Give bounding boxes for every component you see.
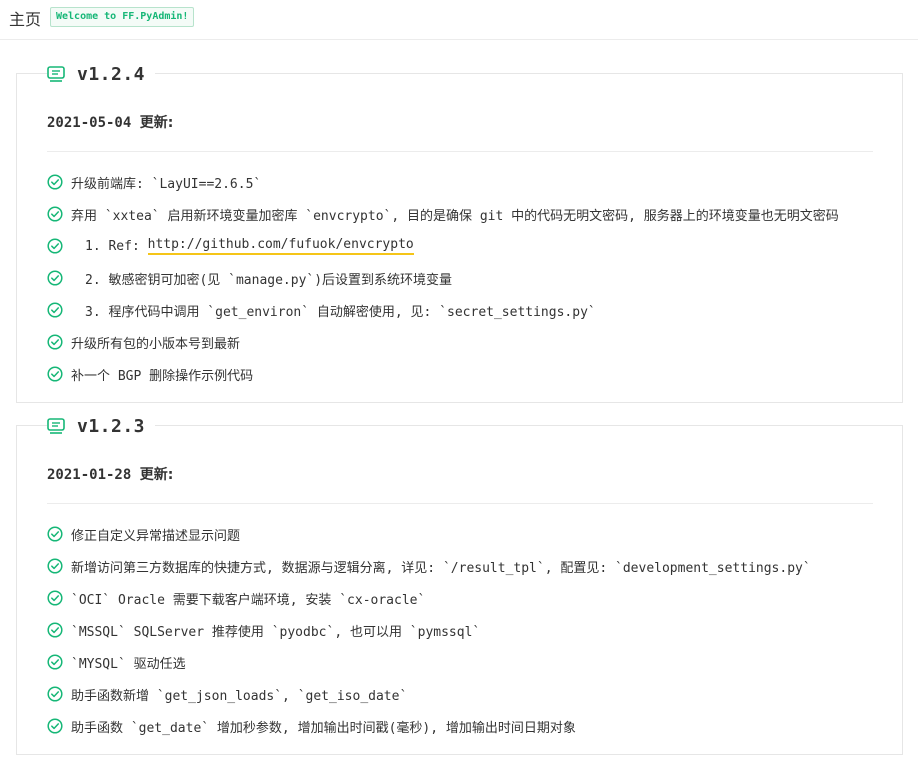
item-text: 2. 敏感密钥可加密(见 `manage.py`)后设置到系统环境变量	[85, 272, 453, 288]
check-circle-icon	[47, 334, 63, 350]
home-breadcrumb[interactable]: 主页	[9, 6, 41, 30]
item-text: `OCI` Oracle 需要下载客户端环境, 安装 `cx-oracle`	[71, 592, 426, 608]
release-version: v1.2.4	[77, 63, 146, 85]
divider	[47, 503, 873, 504]
release-item-list: 修正自定义异常描述显示问题 新增访问第三方数据库的快捷方式, 数据源与逻辑分离,…	[47, 518, 811, 742]
note-icon	[47, 66, 65, 82]
item-text: 修正自定义异常描述显示问题	[71, 528, 241, 544]
item-text: 补一个 BGP 删除操作示例代码	[71, 368, 254, 384]
list-item: 助手函数 `get_date` 增加秒参数, 增加输出时间戳(毫秒), 增加输出…	[47, 710, 811, 742]
item-prefix: 1. Ref:	[85, 238, 148, 254]
envcrypto-link[interactable]: http://github.com/fufuok/envcrypto	[147, 237, 414, 255]
item-text: 弃用 `xxtea` 启用新环境变量加密库 `envcrypto`, 目的是确保…	[71, 208, 839, 224]
list-item: 升级所有包的小版本号到最新	[47, 326, 839, 358]
list-item: 3. 程序代码中调用 `get_environ` 自动解密使用, 见: `sec…	[47, 294, 839, 326]
item-text: `MYSQL` 驱动任选	[71, 656, 186, 672]
release-date-line: 2021-01-28 更新:	[47, 464, 173, 484]
list-item: 补一个 BGP 删除操作示例代码	[47, 358, 839, 390]
list-item: `MYSQL` 驱动任选	[47, 646, 811, 678]
release-date: 2021-05-04	[47, 115, 132, 131]
item-text: 新增访问第三方数据库的快捷方式, 数据源与逻辑分离, 详见: `/result_…	[71, 560, 811, 576]
check-circle-icon	[47, 174, 63, 190]
check-circle-icon	[47, 718, 63, 734]
check-circle-icon	[47, 206, 63, 222]
list-item: 2. 敏感密钥可加密(见 `manage.py`)后设置到系统环境变量	[47, 262, 839, 294]
release-date-line: 2021-05-04 更新:	[47, 112, 173, 132]
list-item: `MSSQL` SQLServer 推荐使用 `pyodbc`, 也可以用 `p…	[47, 614, 811, 646]
item-text: 助手函数 `get_date` 增加秒参数, 增加输出时间戳(毫秒), 增加输出…	[71, 720, 576, 736]
check-circle-icon	[47, 366, 63, 382]
check-circle-icon	[47, 590, 63, 606]
check-circle-icon	[47, 238, 63, 254]
item-text: 助手函数新增 `get_json_loads`, `get_iso_date`	[71, 688, 408, 704]
check-circle-icon	[47, 622, 63, 638]
release-card: v1.2.3 2021-01-28 更新: 修正自定义异常描述显示问题 新增访问…	[16, 413, 903, 755]
check-circle-icon	[47, 686, 63, 702]
release-card: v1.2.4 2021-05-04 更新: 升级前端库: `LayUI==2.6…	[16, 61, 903, 403]
release-date: 2021-01-28	[47, 467, 132, 483]
check-circle-icon	[47, 654, 63, 670]
item-text: `MSSQL` SQLServer 推荐使用 `pyodbc`, 也可以用 `p…	[71, 624, 481, 640]
release-item-list: 升级前端库: `LayUI==2.6.5` 弃用 `xxtea` 启用新环境变量…	[47, 166, 839, 390]
update-label: 更新:	[139, 115, 174, 131]
release-title: v1.2.3	[47, 413, 156, 439]
item-text: 升级所有包的小版本号到最新	[71, 336, 241, 352]
list-item: 弃用 `xxtea` 启用新环境变量加密库 `envcrypto`, 目的是确保…	[47, 198, 839, 230]
list-item: 助手函数新增 `get_json_loads`, `get_iso_date`	[47, 678, 811, 710]
item-text: 3. 程序代码中调用 `get_environ` 自动解密使用, 见: `sec…	[85, 304, 596, 320]
check-circle-icon	[47, 270, 63, 286]
divider	[47, 151, 873, 152]
release-title: v1.2.4	[47, 61, 156, 87]
list-item: `OCI` Oracle 需要下载客户端环境, 安装 `cx-oracle`	[47, 582, 811, 614]
list-item: 升级前端库: `LayUI==2.6.5`	[47, 166, 839, 198]
list-item: 修正自定义异常描述显示问题	[47, 518, 811, 550]
note-icon	[47, 418, 65, 434]
top-header: 主页 Welcome to FF.PyAdmin!	[0, 0, 918, 40]
item-text: 升级前端库: `LayUI==2.6.5`	[71, 176, 262, 192]
check-circle-icon	[47, 302, 63, 318]
release-version: v1.2.3	[77, 415, 146, 437]
welcome-badge: Welcome to FF.PyAdmin!	[50, 7, 195, 27]
check-circle-icon	[47, 558, 63, 574]
list-item: 新增访问第三方数据库的快捷方式, 数据源与逻辑分离, 详见: `/result_…	[47, 550, 811, 582]
list-item: 1. Ref: http://github.com/fufuok/envcryp…	[47, 230, 839, 262]
check-circle-icon	[47, 526, 63, 542]
update-label: 更新:	[139, 467, 174, 483]
